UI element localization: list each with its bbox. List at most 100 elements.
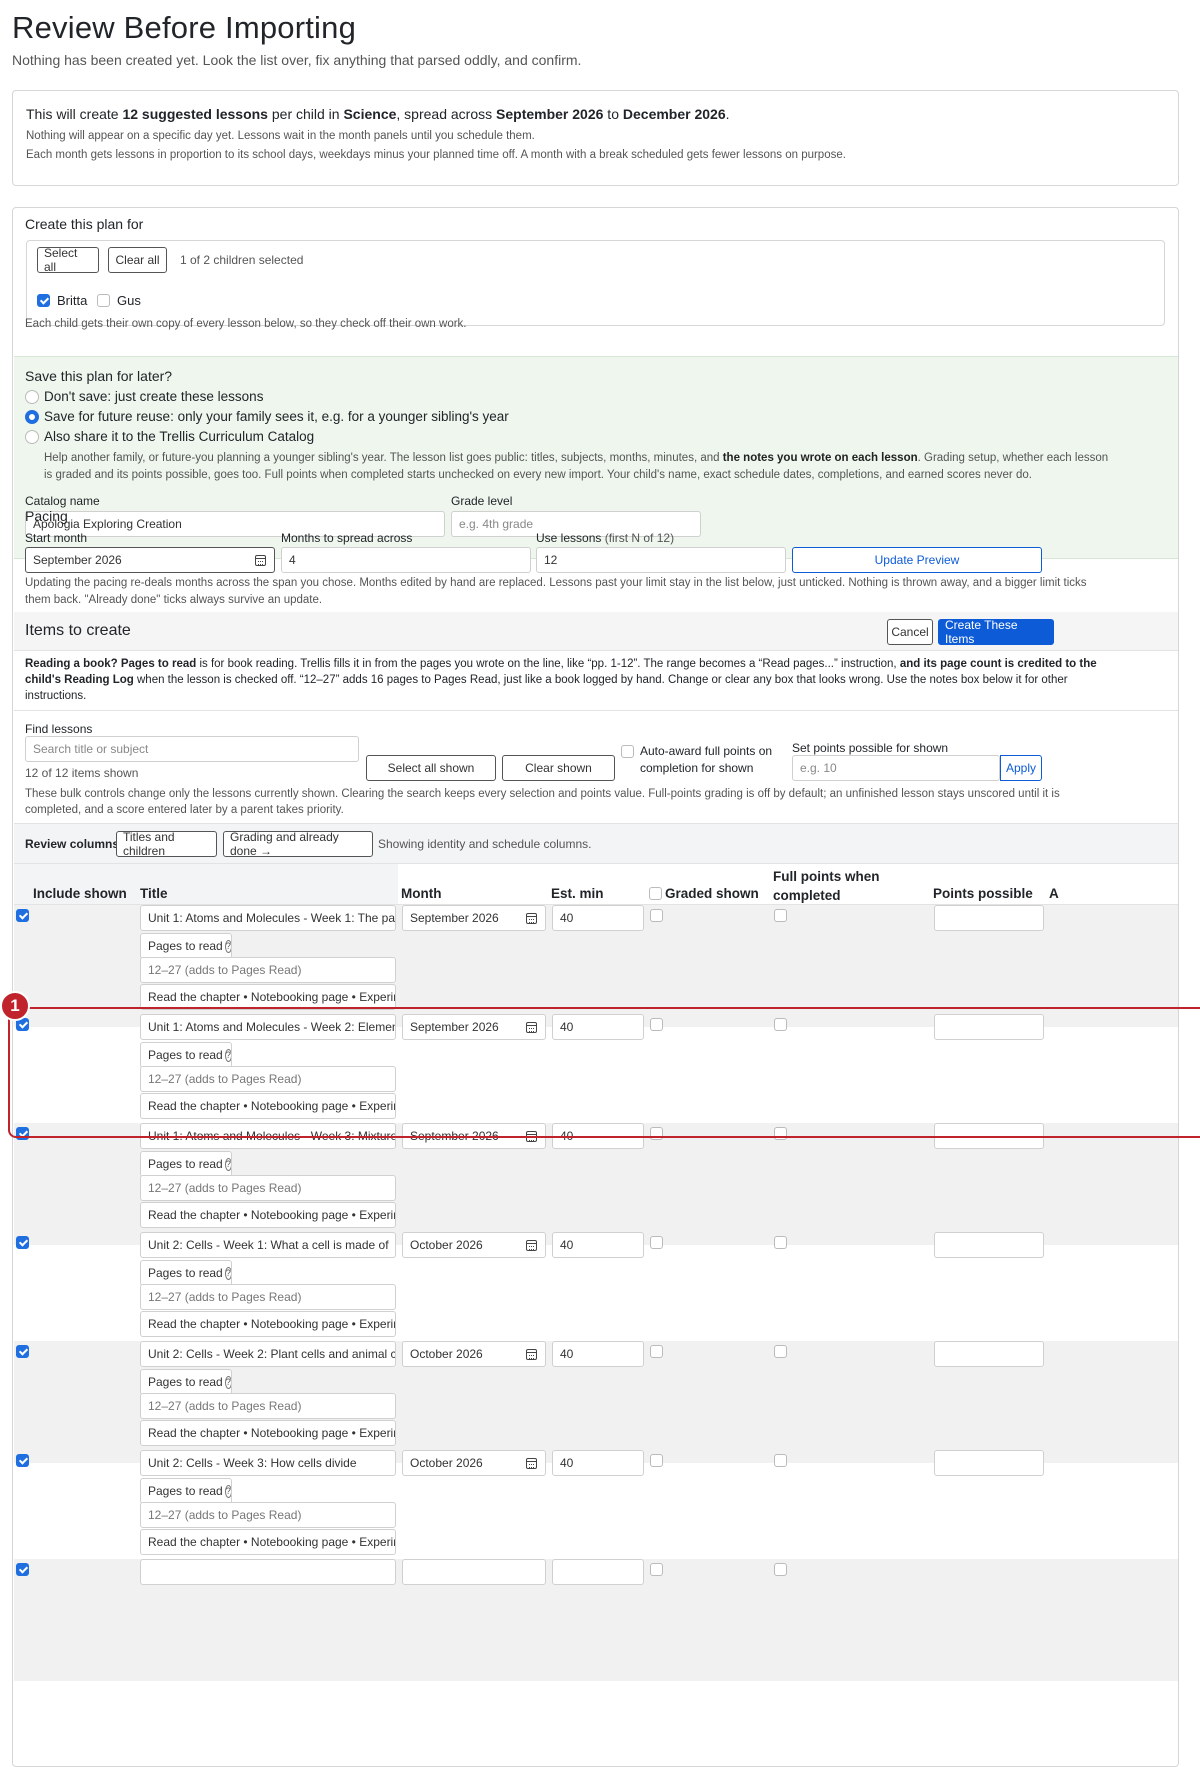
- radio-share-catalog-label: Also share it to the Trellis Curriculum …: [44, 429, 315, 444]
- row-pages-input[interactable]: 12–27 (adds to Pages Read): [140, 957, 396, 983]
- row-graded-checkbox[interactable]: [650, 1018, 663, 1031]
- include-row-checkbox[interactable]: [16, 1236, 29, 1249]
- row-points-input[interactable]: [934, 1341, 1044, 1367]
- radio-save-future-label: Save for future reuse: only your family …: [44, 409, 509, 424]
- help-icon[interactable]: ?: [224, 1266, 231, 1280]
- row-month-input[interactable]: September 2026: [402, 1123, 546, 1149]
- help-icon[interactable]: ?: [224, 939, 231, 953]
- help-icon[interactable]: ?: [224, 1375, 231, 1389]
- row-month-input[interactable]: September 2026: [402, 1014, 546, 1040]
- row-notes-input[interactable]: Read the chapter • Notebooking page • Ex…: [140, 1202, 396, 1228]
- row-notes-input[interactable]: Read the chapter • Notebooking page • Ex…: [140, 984, 396, 1010]
- row-est-min-input[interactable]: 40: [552, 1232, 644, 1258]
- start-month-input[interactable]: September 2026: [25, 547, 275, 573]
- row-month-input[interactable]: October 2026: [402, 1341, 546, 1367]
- children-heading: Create this plan for: [25, 216, 144, 232]
- row-title-input[interactable]: Unit 2: Cells - Week 2: Plant cells and …: [140, 1341, 396, 1367]
- include-row-checkbox[interactable]: [16, 1127, 29, 1140]
- calendar-icon: [526, 1240, 537, 1251]
- row-title-input[interactable]: [140, 1559, 396, 1585]
- row-pages-input[interactable]: 12–27 (adds to Pages Read): [140, 1393, 396, 1419]
- help-icon[interactable]: ?: [224, 1484, 231, 1498]
- row-graded-checkbox[interactable]: [650, 1345, 663, 1358]
- row-points-input[interactable]: [934, 1232, 1044, 1258]
- row-graded-checkbox[interactable]: [650, 1454, 663, 1467]
- row-full-points-checkbox[interactable]: [774, 1563, 787, 1576]
- row-title-input[interactable]: Unit 1: Atoms and Molecules - Week 1: Th…: [140, 905, 396, 931]
- row-graded-checkbox[interactable]: [650, 1236, 663, 1249]
- items-shown-count: 12 of 12 items shown: [25, 766, 139, 780]
- row-pages-input[interactable]: 12–27 (adds to Pages Read): [140, 1175, 396, 1201]
- row-points-input[interactable]: [934, 1014, 1044, 1040]
- row-est-min-input[interactable]: 40: [552, 1014, 644, 1040]
- row-title-input[interactable]: Unit 1: Atoms and Molecules - Week 3: Mi…: [140, 1123, 396, 1149]
- review-grading-button[interactable]: Grading and already done →: [223, 830, 373, 858]
- row-pages-input[interactable]: 12–27 (adds to Pages Read): [140, 1502, 396, 1528]
- row-graded-checkbox[interactable]: [650, 1127, 663, 1140]
- search-lessons-input[interactable]: Search title or subject: [25, 736, 359, 762]
- start-month-label: Start month: [25, 531, 88, 545]
- select-all-children-button[interactable]: Select all: [37, 246, 99, 274]
- radio-share-catalog[interactable]: [25, 430, 39, 444]
- row-month-input[interactable]: October 2026: [402, 1232, 546, 1258]
- row-month-input[interactable]: [402, 1559, 546, 1585]
- months-spread-input[interactable]: 4: [281, 547, 531, 573]
- include-row-checkbox[interactable]: [16, 1454, 29, 1467]
- child-name-gus: Gus: [117, 293, 141, 308]
- child-checkbox-gus[interactable]: [97, 294, 110, 307]
- create-items-button[interactable]: Create These Items: [938, 618, 1054, 646]
- use-lessons-input[interactable]: 12: [536, 547, 786, 573]
- row-month-input[interactable]: October 2026: [402, 1450, 546, 1476]
- row-full-points-checkbox[interactable]: [774, 1345, 787, 1358]
- points-for-shown-input[interactable]: e.g. 10: [792, 755, 1000, 781]
- row-notes-input[interactable]: Read the chapter • Notebooking page • Ex…: [140, 1311, 396, 1337]
- book-reading-note: Reading a book? Pages to read is for boo…: [25, 658, 1097, 702]
- row-est-min-input[interactable]: 40: [552, 1450, 644, 1476]
- page-title: Review Before Importing: [12, 10, 357, 45]
- row-points-input[interactable]: [934, 1123, 1044, 1149]
- row-graded-checkbox[interactable]: [650, 1563, 663, 1576]
- update-preview-button[interactable]: Update Preview: [792, 547, 1042, 573]
- row-pages-input[interactable]: 12–27 (adds to Pages Read): [140, 1284, 396, 1310]
- row-full-points-checkbox[interactable]: [774, 909, 787, 922]
- row-full-points-checkbox[interactable]: [774, 1018, 787, 1031]
- auto-award-checkbox[interactable]: [621, 745, 634, 758]
- row-notes-input[interactable]: Read the chapter • Notebooking page • Ex…: [140, 1093, 396, 1119]
- row-pages-input[interactable]: 12–27 (adds to Pages Read): [140, 1066, 396, 1092]
- review-columns-label: Review columns:: [25, 837, 124, 851]
- row-title-input[interactable]: Unit 1: Atoms and Molecules - Week 2: El…: [140, 1014, 396, 1040]
- clear-all-children-button[interactable]: Clear all: [108, 247, 167, 273]
- row-month-input[interactable]: September 2026: [402, 905, 546, 931]
- row-graded-checkbox[interactable]: [650, 909, 663, 922]
- include-row-checkbox[interactable]: [16, 1345, 29, 1358]
- graded-shown-checkbox[interactable]: [649, 887, 662, 900]
- row-points-input[interactable]: [934, 905, 1044, 931]
- row-full-points-checkbox[interactable]: [774, 1236, 787, 1249]
- row-est-min-input[interactable]: 40: [552, 905, 644, 931]
- row-est-min-input[interactable]: 40: [552, 1123, 644, 1149]
- child-checkbox-britta[interactable]: [37, 294, 50, 307]
- row-title-input[interactable]: Unit 2: Cells - Week 1: What a cell is m…: [140, 1232, 396, 1258]
- clear-shown-button[interactable]: Clear shown: [502, 755, 615, 781]
- radio-dont-save[interactable]: [25, 390, 39, 404]
- help-icon[interactable]: ?: [224, 1048, 231, 1062]
- include-row-checkbox[interactable]: [16, 909, 29, 922]
- row-est-min-input[interactable]: [552, 1559, 644, 1585]
- radio-save-future[interactable]: [25, 410, 39, 424]
- months-spread-label: Months to spread across: [281, 531, 413, 545]
- review-titles-children-button[interactable]: Titles and children: [116, 830, 217, 858]
- children-note: Each child gets their own copy of every …: [25, 318, 467, 330]
- row-notes-input[interactable]: Read the chapter • Notebooking page • Ex…: [140, 1529, 396, 1555]
- col-include-shown[interactable]: Include shown: [33, 886, 127, 901]
- row-title-input[interactable]: Unit 2: Cells - Week 3: How cells divide: [140, 1450, 396, 1476]
- include-row-checkbox[interactable]: [16, 1563, 29, 1576]
- cancel-button[interactable]: Cancel: [887, 619, 933, 645]
- row-points-input[interactable]: [934, 1450, 1044, 1476]
- select-all-shown-button[interactable]: Select all shown: [366, 755, 496, 781]
- row-notes-input[interactable]: Read the chapter • Notebooking page • Ex…: [140, 1420, 396, 1446]
- row-est-min-input[interactable]: 40: [552, 1341, 644, 1367]
- row-full-points-checkbox[interactable]: [774, 1454, 787, 1467]
- row-full-points-checkbox[interactable]: [774, 1127, 787, 1140]
- apply-points-button[interactable]: Apply: [1000, 755, 1042, 781]
- help-icon[interactable]: ?: [224, 1157, 231, 1171]
